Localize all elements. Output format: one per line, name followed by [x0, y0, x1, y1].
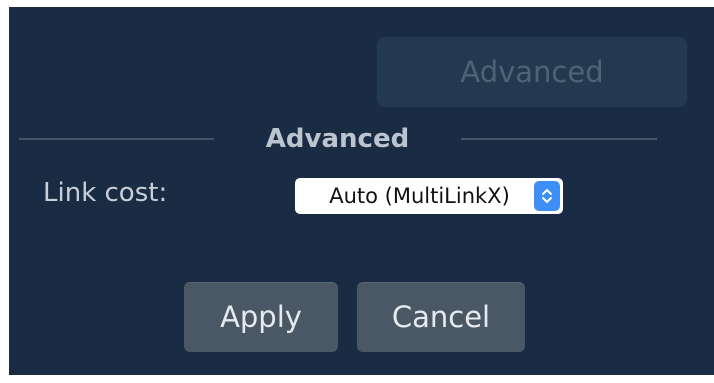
section-divider-right [461, 138, 657, 140]
cancel-button[interactable]: Cancel [357, 282, 525, 352]
section-divider-left [19, 138, 214, 140]
apply-button[interactable]: Apply [184, 282, 338, 352]
settings-panel: Advanced Advanced Link cost: Auto (Multi… [9, 7, 714, 375]
advanced-button[interactable]: Advanced [377, 37, 687, 107]
link-cost-label: Link cost: [43, 178, 168, 208]
advanced-button-label: Advanced [460, 55, 604, 89]
cancel-button-label: Cancel [391, 300, 491, 334]
link-cost-selected-value: Auto (MultiLinkX) [329, 184, 510, 208]
apply-button-label: Apply [220, 300, 302, 334]
section-title: Advanced [265, 124, 410, 154]
up-down-chevron-icon[interactable] [534, 181, 560, 211]
link-cost-select[interactable]: Auto (MultiLinkX) [295, 178, 563, 214]
